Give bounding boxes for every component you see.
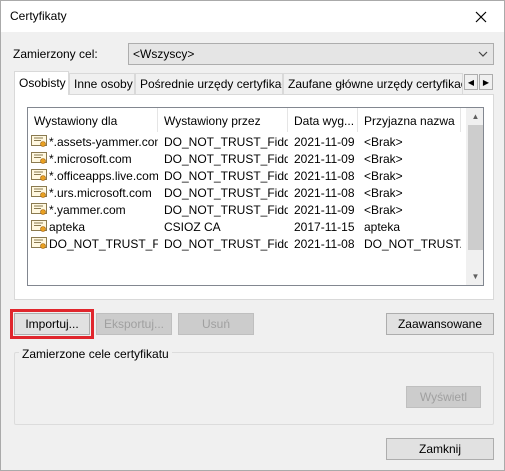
tab-trusted-root-ca[interactable]: Zaufane główne urzędy certyfikacji <box>283 73 463 94</box>
cell-expiration: 2021-11-08 <box>294 168 355 183</box>
vertical-scrollbar[interactable]: ▲ ▼ <box>466 108 483 285</box>
cell-friendly-name: DO_NOT_TRUST... <box>364 236 461 251</box>
chevron-down-icon <box>478 51 488 57</box>
arrow-right-icon: ▶ <box>482 77 490 87</box>
cell-expiration: 2021-11-08 <box>294 236 355 251</box>
table-row[interactable]: DO_NOT_TRUST_Fi... DO_NOT_TRUST_Fidd... … <box>28 235 468 252</box>
list-header: Wystawiony dla Wystawiony przez Data wyg… <box>28 108 468 132</box>
tab-scroll-left-button[interactable]: ◀ <box>464 74 478 90</box>
table-row[interactable]: *.urs.microsoft.com DO_NOT_TRUST_Fidd...… <box>28 184 468 201</box>
tab-strip: Osobisty Inne osoby Pośrednie urzędy cer… <box>14 71 494 95</box>
export-button-label: Eksportuj... <box>103 317 165 331</box>
remove-button-label: Usuń <box>201 317 230 331</box>
view-button-label: Wyświetl <box>419 390 468 404</box>
tab-label: Osobisty <box>19 76 66 90</box>
issued-to-text: *.microsoft.com <box>49 151 132 166</box>
table-row[interactable]: *.microsoft.com DO_NOT_TRUST_Fidd... 202… <box>28 150 468 167</box>
cell-friendly-name: <Brak> <box>364 168 403 183</box>
tab-intermediate-ca[interactable]: Pośrednie urzędy certyfikacji <box>135 73 283 94</box>
tab-panel-personal: Wystawiony dla Wystawiony przez Data wyg… <box>14 94 494 300</box>
cell-issued-by: DO_NOT_TRUST_Fidd... <box>164 202 288 217</box>
scroll-up-button[interactable]: ▲ <box>467 108 483 125</box>
arrow-up-icon: ▲ <box>471 112 480 121</box>
certificates-dialog: Certyfikaty Zamierzony cel: <Wszyscy> Os… <box>0 0 505 471</box>
tab-other-people[interactable]: Inne osoby <box>69 73 135 94</box>
cell-friendly-name: apteka <box>364 219 401 234</box>
advanced-button[interactable]: Zaawansowane <box>386 313 494 335</box>
view-button[interactable]: Wyświetl <box>406 386 481 408</box>
column-friendly-name[interactable]: Przyjazna nazwa <box>358 108 461 132</box>
certificate-icon <box>31 186 47 198</box>
issued-to-text: *.officeapps.live.com <box>49 168 158 183</box>
close-icon <box>475 11 487 22</box>
tab-label: Zaufane główne urzędy certyfikacji <box>288 77 463 91</box>
cell-issued-by: DO_NOT_TRUST_Fidd... <box>164 185 288 200</box>
arrow-down-icon: ▼ <box>471 272 480 281</box>
column-expiration[interactable]: Data wyg... <box>288 108 358 132</box>
advanced-button-label: Zaawansowane <box>397 317 483 331</box>
cell-friendly-name: <Brak> <box>364 134 403 149</box>
column-issued-to[interactable]: Wystawiony dla <box>28 108 158 132</box>
certificate-list[interactable]: Wystawiony dla Wystawiony przez Data wyg… <box>27 107 484 286</box>
cell-issued-to: *.yammer.com <box>28 203 158 217</box>
purpose-label: Zamierzony cel: <box>13 47 98 61</box>
cell-expiration: 2021-11-09 <box>294 151 355 166</box>
certificate-icon <box>31 152 47 164</box>
export-button[interactable]: Eksportuj... <box>96 313 172 335</box>
cell-issued-by: CSIOZ CA <box>164 219 221 234</box>
cell-expiration: 2021-11-08 <box>294 185 355 200</box>
cell-expiration: 2021-11-09 <box>294 202 355 217</box>
remove-button[interactable]: Usuń <box>178 313 254 335</box>
column-issued-by[interactable]: Wystawiony przez <box>158 108 288 132</box>
cell-issued-to: *.urs.microsoft.com <box>28 186 158 200</box>
cell-issued-to: *.assets-yammer.com <box>28 135 158 149</box>
table-row[interactable]: *.yammer.com DO_NOT_TRUST_Fidd... 2021-1… <box>28 201 468 218</box>
arrow-left-icon: ◀ <box>467 77 475 87</box>
cell-issued-to: apteka <box>28 220 158 234</box>
certificate-icon <box>31 203 47 215</box>
cell-friendly-name: <Brak> <box>364 202 403 217</box>
issued-to-text: *.yammer.com <box>49 202 126 217</box>
list-rows: *.assets-yammer.com DO_NOT_TRUST_Fidd...… <box>28 133 468 252</box>
import-button[interactable]: Importuj... <box>14 313 90 335</box>
certificate-icon <box>31 237 47 249</box>
cell-issued-by: DO_NOT_TRUST_Fidd... <box>164 168 288 183</box>
cell-issued-to: *.microsoft.com <box>28 152 158 166</box>
cell-issued-by: DO_NOT_TRUST_Fidd... <box>164 151 288 166</box>
certificate-icon <box>31 169 47 181</box>
cell-expiration: 2017-11-15 <box>294 219 355 234</box>
issued-to-text: DO_NOT_TRUST_Fi... <box>49 236 158 251</box>
close-button[interactable]: Zamknij <box>386 438 494 460</box>
cell-issued-by: DO_NOT_TRUST_Fidd... <box>164 134 288 149</box>
tab-label: Inne osoby <box>74 77 133 91</box>
table-row[interactable]: *.assets-yammer.com DO_NOT_TRUST_Fidd...… <box>28 133 468 150</box>
cell-issued-by: DO_NOT_TRUST_Fidd... <box>164 236 288 251</box>
table-row[interactable]: *.officeapps.live.com DO_NOT_TRUST_Fidd.… <box>28 167 468 184</box>
issued-to-text: apteka <box>49 219 86 234</box>
cell-issued-to: *.officeapps.live.com <box>28 169 158 183</box>
title-bar: Certyfikaty <box>1 1 504 32</box>
scroll-down-button[interactable]: ▼ <box>467 268 483 285</box>
import-button-label: Importuj... <box>25 317 79 331</box>
close-window-button[interactable] <box>458 1 504 32</box>
window-title: Certyfikaty <box>10 9 67 23</box>
purpose-value: <Wszyscy> <box>133 47 195 61</box>
tab-scroll-right-button[interactable]: ▶ <box>479 74 493 90</box>
certificate-purposes-label: Zamierzone cele certyfikatu <box>19 347 172 361</box>
close-button-label: Zamknij <box>418 442 461 456</box>
issued-to-text: *.urs.microsoft.com <box>49 185 152 200</box>
purpose-dropdown[interactable]: <Wszyscy> <box>128 43 494 65</box>
cell-issued-to: DO_NOT_TRUST_Fi... <box>28 237 158 251</box>
table-row[interactable]: apteka CSIOZ CA 2017-11-15 apteka <box>28 218 468 235</box>
cell-friendly-name: <Brak> <box>364 185 403 200</box>
scroll-thumb[interactable] <box>468 125 483 250</box>
tab-personal[interactable]: Osobisty <box>14 71 69 95</box>
issued-to-text: *.assets-yammer.com <box>49 134 158 149</box>
cell-expiration: 2021-11-09 <box>294 134 355 149</box>
certificate-icon <box>31 135 47 147</box>
cell-friendly-name: <Brak> <box>364 151 403 166</box>
certificate-icon <box>31 220 47 232</box>
tab-label: Pośrednie urzędy certyfikacji <box>140 77 283 91</box>
